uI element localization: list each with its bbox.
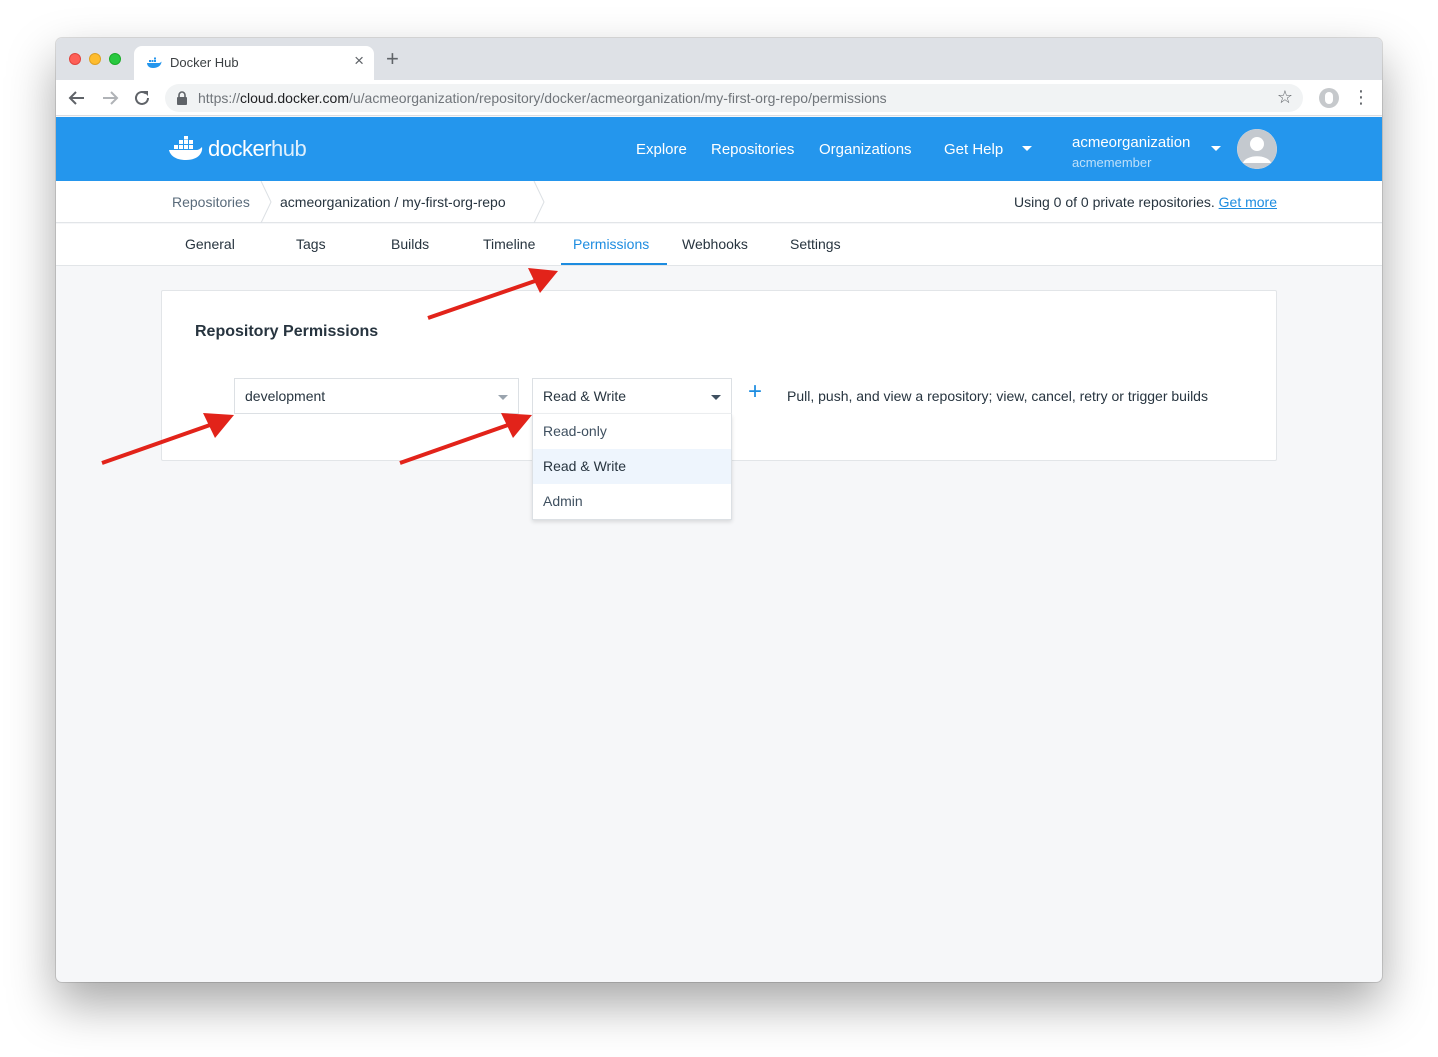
tab-title: Docker Hub [170,55,239,70]
tab-settings[interactable]: Settings [790,236,841,252]
nav-explore[interactable]: Explore [636,141,687,158]
forward-arrow-icon[interactable] [99,87,121,109]
tab-strip: Docker Hub × + [56,38,1382,80]
logo-docker-text: docker [208,136,272,161]
org-name[interactable]: acmeorganization [1072,134,1190,151]
address-bar[interactable]: https://cloud.docker.com/u/acmeorganizat… [165,84,1303,112]
repo-subtabs: General Tags Builds Timeline Permissions… [56,224,1382,266]
docker-hub-header: dockerhub Explore Repositories Organizat… [56,117,1382,181]
add-permission-plus-icon[interactable]: + [748,380,762,404]
nav-repositories[interactable]: Repositories [711,141,794,158]
browser-toolbar: https://cloud.docker.com/u/acmeorganizat… [56,80,1382,116]
browser-window: Docker Hub × + https://cloud.docker.com/… [56,38,1382,982]
tab-permissions[interactable]: Permissions [573,236,649,252]
logo-hub-text: hub [271,136,307,161]
close-window-button[interactable] [69,53,81,65]
permission-description: Pull, push, and view a repository; view,… [787,388,1208,404]
permission-select-value: Read & Write [543,388,626,404]
team-select[interactable]: development [234,378,519,414]
profile-icon[interactable] [1319,88,1339,108]
tab-general[interactable]: General [185,236,235,252]
breadcrumb-repositories[interactable]: Repositories [172,194,250,210]
account-chevron-down-icon[interactable] [1211,146,1221,151]
breadcrumb-current-repo: acmeorganization / my-first-org-repo [280,194,506,210]
breadcrumb-separator-icon [260,181,272,223]
avatar[interactable] [1237,129,1277,169]
reload-icon[interactable] [131,87,153,109]
docker-hub-logo[interactable]: dockerhub [168,131,307,167]
private-repo-usage: Using 0 of 0 private repositories. Get m… [1013,194,1277,210]
user-avatar-icon [1237,129,1277,169]
docker-whale-logo-icon [169,136,203,160]
bookmark-star-icon[interactable]: ☆ [1277,87,1293,108]
permission-dropdown-menu: Read-only Read & Write Admin [532,414,732,520]
page-title: Repository Permissions [195,323,379,340]
active-tab-indicator [561,263,667,265]
breadcrumb: Repositories acmeorganization / my-first… [56,181,1382,223]
docker-whale-icon [147,57,162,68]
get-help-chevron-down-icon[interactable] [1022,146,1032,151]
option-read-write[interactable]: Read & Write [533,449,731,484]
option-read-only[interactable]: Read-only [533,414,731,449]
lock-icon [177,91,187,105]
kebab-menu-icon[interactable]: ⋮ [1352,86,1370,108]
tab-builds[interactable]: Builds [391,236,429,252]
back-arrow-icon[interactable] [66,87,88,109]
permission-select-chevron-down-icon [711,395,721,400]
maximize-window-button[interactable] [109,53,121,65]
get-more-link[interactable]: Get more [1219,194,1277,210]
team-select-chevron-down-icon [498,395,508,400]
tab-timeline[interactable]: Timeline [483,236,535,252]
nav-get-help[interactable]: Get Help [944,141,1003,158]
url-text: https://cloud.docker.com/u/acmeorganizat… [198,90,887,106]
breadcrumb-separator-icon [533,181,545,223]
user-name: acmemember [1072,155,1152,170]
permission-select[interactable]: Read & Write [532,378,732,414]
option-admin[interactable]: Admin [533,484,731,519]
close-tab-icon[interactable]: × [354,51,364,71]
tab-tags[interactable]: Tags [296,236,326,252]
team-select-value: development [245,388,326,404]
browser-tab-docker-hub[interactable]: Docker Hub × [134,46,374,80]
nav-organizations[interactable]: Organizations [819,141,912,158]
tab-webhooks[interactable]: Webhooks [682,236,748,252]
minimize-window-button[interactable] [89,53,101,65]
new-tab-icon[interactable]: + [386,48,399,70]
